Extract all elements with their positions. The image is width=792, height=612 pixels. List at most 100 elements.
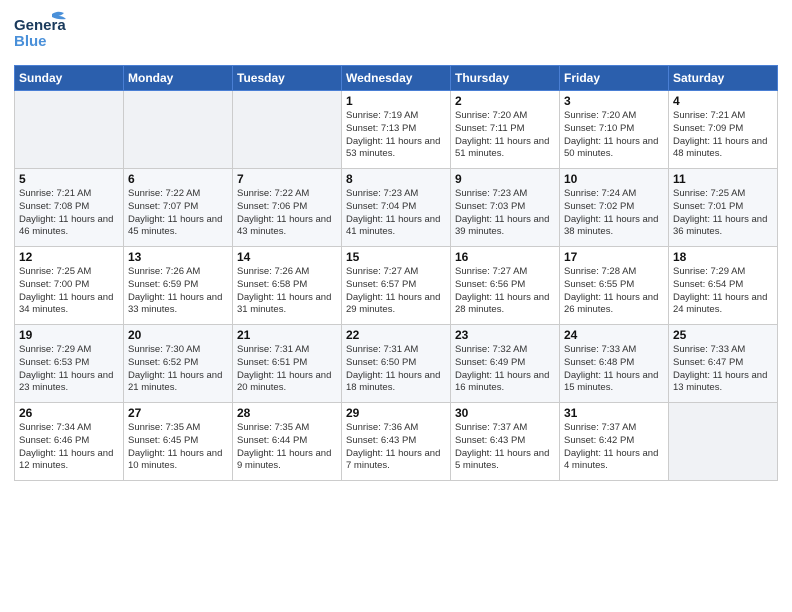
day-number: 26 xyxy=(19,406,119,420)
calendar-cell: 17 Sunrise: 7:28 AM Sunset: 6:55 PM Dayli… xyxy=(560,247,669,325)
calendar-cell: 7Sunrise: 7:22 AM Sunset: 7:06 PM Daylig… xyxy=(233,169,342,247)
day-info: Sunrise: 7:19 AM Sunset: 7:13 PM Dayligh… xyxy=(346,110,446,161)
calendar-cell: 4 Sunrise: 7:21 AM Sunset: 7:09 PM Daylig… xyxy=(669,91,778,169)
day-info: Sunrise: 7:22 AM Sunset: 7:07 PM Dayligh… xyxy=(128,188,228,239)
calendar-cell: 26 Sunrise: 7:34 AM Sunset: 6:46 PM Dayli… xyxy=(15,403,124,481)
day-info: Sunrise: 7:23 AM Sunset: 7:04 PM Dayligh… xyxy=(346,188,446,239)
page: General Blue SundayMondayTuesdayWednesda… xyxy=(0,0,792,612)
day-info: Sunrise: 7:31 AM Sunset: 6:51 PM Dayligh… xyxy=(237,344,337,395)
calendar-cell: 31 Sunrise: 7:37 AM Sunset: 6:42 PM Dayli… xyxy=(560,403,669,481)
logo-svg: General Blue xyxy=(14,10,66,54)
day-info: Sunrise: 7:34 AM Sunset: 6:46 PM Dayligh… xyxy=(19,422,119,473)
day-number: 10 xyxy=(564,172,664,186)
day-info: Sunrise: 7:21 AM Sunset: 7:09 PM Dayligh… xyxy=(673,110,773,161)
calendar-cell: 19 Sunrise: 7:29 AM Sunset: 6:53 PM Dayli… xyxy=(15,325,124,403)
day-info: Sunrise: 7:26 AM Sunset: 6:58 PM Dayligh… xyxy=(237,266,337,317)
svg-text:General: General xyxy=(14,17,66,34)
day-number: 1 xyxy=(346,94,446,108)
week-row-4: 19 Sunrise: 7:29 AM Sunset: 6:53 PM Dayli… xyxy=(15,325,778,403)
calendar-cell xyxy=(233,91,342,169)
calendar-cell: 15Sunrise: 7:27 AM Sunset: 6:57 PM Dayli… xyxy=(342,247,451,325)
day-number: 25 xyxy=(673,328,773,342)
day-number: 22 xyxy=(346,328,446,342)
calendar-cell: 14Sunrise: 7:26 AM Sunset: 6:58 PM Dayli… xyxy=(233,247,342,325)
header: General Blue xyxy=(14,10,778,59)
calendar-cell: 11 Sunrise: 7:25 AM Sunset: 7:01 PM Dayli… xyxy=(669,169,778,247)
weekday-friday: Friday xyxy=(560,66,669,91)
calendar-cell xyxy=(124,91,233,169)
day-info: Sunrise: 7:21 AM Sunset: 7:08 PM Dayligh… xyxy=(19,188,119,239)
calendar-cell: 13 Sunrise: 7:26 AM Sunset: 6:59 PM Dayli… xyxy=(124,247,233,325)
calendar-cell: 27 Sunrise: 7:35 AM Sunset: 6:45 PM Dayli… xyxy=(124,403,233,481)
day-info: Sunrise: 7:29 AM Sunset: 6:54 PM Dayligh… xyxy=(673,266,773,317)
calendar-cell: 18 Sunrise: 7:29 AM Sunset: 6:54 PM Dayli… xyxy=(669,247,778,325)
day-number: 3 xyxy=(564,94,664,108)
day-number: 8 xyxy=(346,172,446,186)
day-info: Sunrise: 7:20 AM Sunset: 7:11 PM Dayligh… xyxy=(455,110,555,161)
day-number: 30 xyxy=(455,406,555,420)
day-info: Sunrise: 7:22 AM Sunset: 7:06 PM Dayligh… xyxy=(237,188,337,239)
weekday-saturday: Saturday xyxy=(669,66,778,91)
day-info: Sunrise: 7:36 AM Sunset: 6:43 PM Dayligh… xyxy=(346,422,446,473)
weekday-wednesday: Wednesday xyxy=(342,66,451,91)
day-number: 13 xyxy=(128,250,228,264)
calendar-cell: 20Sunrise: 7:30 AM Sunset: 6:52 PM Dayli… xyxy=(124,325,233,403)
calendar-cell: 10 Sunrise: 7:24 AM Sunset: 7:02 PM Dayli… xyxy=(560,169,669,247)
weekday-thursday: Thursday xyxy=(451,66,560,91)
day-number: 19 xyxy=(19,328,119,342)
day-number: 29 xyxy=(346,406,446,420)
week-row-3: 12Sunrise: 7:25 AM Sunset: 7:00 PM Dayli… xyxy=(15,247,778,325)
calendar-cell: 5Sunrise: 7:21 AM Sunset: 7:08 PM Daylig… xyxy=(15,169,124,247)
day-number: 6 xyxy=(128,172,228,186)
calendar-cell: 1 Sunrise: 7:19 AM Sunset: 7:13 PM Daylig… xyxy=(342,91,451,169)
day-info: Sunrise: 7:33 AM Sunset: 6:48 PM Dayligh… xyxy=(564,344,664,395)
calendar-table: SundayMondayTuesdayWednesdayThursdayFrid… xyxy=(14,65,778,481)
day-info: Sunrise: 7:33 AM Sunset: 6:47 PM Dayligh… xyxy=(673,344,773,395)
day-number: 31 xyxy=(564,406,664,420)
calendar-cell xyxy=(15,91,124,169)
day-number: 11 xyxy=(673,172,773,186)
day-info: Sunrise: 7:37 AM Sunset: 6:42 PM Dayligh… xyxy=(564,422,664,473)
calendar-cell: 16 Sunrise: 7:27 AM Sunset: 6:56 PM Dayli… xyxy=(451,247,560,325)
day-info: Sunrise: 7:31 AM Sunset: 6:50 PM Dayligh… xyxy=(346,344,446,395)
weekday-monday: Monday xyxy=(124,66,233,91)
day-number: 4 xyxy=(673,94,773,108)
day-number: 2 xyxy=(455,94,555,108)
calendar-cell: 2 Sunrise: 7:20 AM Sunset: 7:11 PM Daylig… xyxy=(451,91,560,169)
day-info: Sunrise: 7:25 AM Sunset: 7:01 PM Dayligh… xyxy=(673,188,773,239)
calendar-cell: 21 Sunrise: 7:31 AM Sunset: 6:51 PM Dayli… xyxy=(233,325,342,403)
day-number: 21 xyxy=(237,328,337,342)
weekday-header-row: SundayMondayTuesdayWednesdayThursdayFrid… xyxy=(15,66,778,91)
day-info: Sunrise: 7:35 AM Sunset: 6:44 PM Dayligh… xyxy=(237,422,337,473)
day-info: Sunrise: 7:32 AM Sunset: 6:49 PM Dayligh… xyxy=(455,344,555,395)
weekday-sunday: Sunday xyxy=(15,66,124,91)
day-info: Sunrise: 7:24 AM Sunset: 7:02 PM Dayligh… xyxy=(564,188,664,239)
day-number: 17 xyxy=(564,250,664,264)
day-number: 18 xyxy=(673,250,773,264)
calendar-cell: 22 Sunrise: 7:31 AM Sunset: 6:50 PM Dayli… xyxy=(342,325,451,403)
day-info: Sunrise: 7:23 AM Sunset: 7:03 PM Dayligh… xyxy=(455,188,555,239)
day-info: Sunrise: 7:27 AM Sunset: 6:56 PM Dayligh… xyxy=(455,266,555,317)
calendar-cell: 23 Sunrise: 7:32 AM Sunset: 6:49 PM Dayli… xyxy=(451,325,560,403)
day-info: Sunrise: 7:28 AM Sunset: 6:55 PM Dayligh… xyxy=(564,266,664,317)
calendar-cell xyxy=(669,403,778,481)
day-info: Sunrise: 7:35 AM Sunset: 6:45 PM Dayligh… xyxy=(128,422,228,473)
calendar-cell: 28 Sunrise: 7:35 AM Sunset: 6:44 PM Dayli… xyxy=(233,403,342,481)
day-info: Sunrise: 7:37 AM Sunset: 6:43 PM Dayligh… xyxy=(455,422,555,473)
day-info: Sunrise: 7:26 AM Sunset: 6:59 PM Dayligh… xyxy=(128,266,228,317)
day-number: 15 xyxy=(346,250,446,264)
svg-text:Blue: Blue xyxy=(14,33,47,50)
calendar-cell: 8 Sunrise: 7:23 AM Sunset: 7:04 PM Daylig… xyxy=(342,169,451,247)
day-number: 24 xyxy=(564,328,664,342)
day-number: 28 xyxy=(237,406,337,420)
day-number: 16 xyxy=(455,250,555,264)
calendar-cell: 6 Sunrise: 7:22 AM Sunset: 7:07 PM Daylig… xyxy=(124,169,233,247)
day-number: 23 xyxy=(455,328,555,342)
day-number: 27 xyxy=(128,406,228,420)
day-info: Sunrise: 7:25 AM Sunset: 7:00 PM Dayligh… xyxy=(19,266,119,317)
week-row-1: 1 Sunrise: 7:19 AM Sunset: 7:13 PM Daylig… xyxy=(15,91,778,169)
calendar-cell: 29 Sunrise: 7:36 AM Sunset: 6:43 PM Dayli… xyxy=(342,403,451,481)
calendar-cell: 12Sunrise: 7:25 AM Sunset: 7:00 PM Dayli… xyxy=(15,247,124,325)
week-row-5: 26 Sunrise: 7:34 AM Sunset: 6:46 PM Dayli… xyxy=(15,403,778,481)
day-info: Sunrise: 7:29 AM Sunset: 6:53 PM Dayligh… xyxy=(19,344,119,395)
